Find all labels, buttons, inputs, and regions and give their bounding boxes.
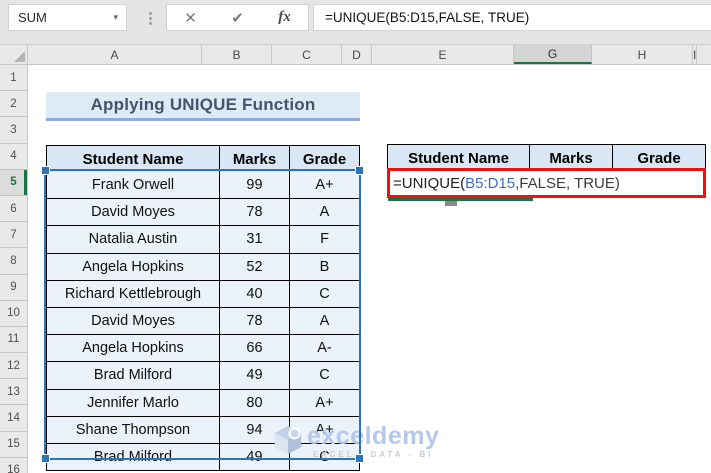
marks-cell[interactable]: 31	[220, 226, 290, 253]
row-header[interactable]: 15	[0, 432, 27, 458]
formula-range-reference: B5:D15	[465, 174, 516, 192]
row-header[interactable]: 1	[0, 65, 27, 92]
cancel-icon[interactable]: ✕	[184, 9, 197, 27]
table-row: Brad Milford 49 C	[47, 361, 359, 389]
marks-cell[interactable]: 66	[220, 335, 290, 362]
formula-prefix: =UNIQUE(	[393, 174, 466, 192]
column-header-cell[interactable]: Marks	[220, 146, 290, 172]
marks-cell[interactable]: 40	[220, 280, 290, 307]
row-header[interactable]: 13	[0, 379, 27, 406]
table-row: Jennifer Marlo 80 A+	[47, 388, 359, 416]
formula-input[interactable]: =UNIQUE(B5:D15,FALSE, TRUE)	[313, 4, 711, 31]
grade-cell[interactable]: A+	[290, 390, 359, 416]
excel-window: SUM ▾ ✕ ✔ fx =UNIQUE(B5:D15,FALSE, TRUE)…	[0, 0, 711, 473]
watermark: exceldemy EXCEL - DATA - BI	[272, 423, 439, 462]
formula-bar-strip: SUM ▾ ✕ ✔ fx =UNIQUE(B5:D15,FALSE, TRUE)	[0, 0, 711, 44]
column-header-cell[interactable]: Student Name	[47, 146, 220, 172]
grade-cell[interactable]: C	[290, 362, 359, 388]
column-header[interactable]: B	[202, 45, 272, 64]
grade-cell[interactable]: B	[290, 254, 359, 280]
column-header[interactable]: I	[693, 45, 698, 64]
active-cell-green-border	[388, 197, 533, 201]
grade-cell[interactable]: A-	[290, 335, 359, 361]
row-header[interactable]: 3	[0, 117, 27, 144]
column-headers: ABCDEGHI	[0, 44, 711, 65]
column-header[interactable]: C	[272, 45, 342, 64]
row-header[interactable]: 16	[0, 458, 27, 473]
active-formula-cell[interactable]: =UNIQUE(B5:D15,FALSE, TRUE)	[387, 168, 706, 198]
student-name-cell[interactable]: Jennifer Marlo	[47, 389, 220, 416]
column-header[interactable]: G	[514, 45, 592, 64]
marks-cell[interactable]: 52	[220, 253, 290, 280]
grade-cell[interactable]: A	[290, 199, 359, 225]
enter-icon[interactable]: ✔	[231, 9, 244, 27]
name-box[interactable]: SUM ▾	[8, 4, 127, 31]
marks-cell[interactable]: 99	[220, 172, 290, 199]
formula-suffix: ,FALSE, TRUE)	[515, 174, 620, 192]
table-row: Angela Hopkins 52 B	[47, 252, 359, 280]
grade-cell[interactable]: C	[290, 281, 359, 307]
row-header[interactable]: 5	[0, 169, 27, 196]
table-row: Richard Kettlebrough 40 C	[47, 279, 359, 307]
formula-text: =UNIQUE(B5:D15,FALSE, TRUE)	[325, 10, 530, 25]
row-header[interactable]: 6	[0, 196, 27, 223]
marks-cell[interactable]: 49	[220, 362, 290, 389]
column-header[interactable]: E	[372, 45, 514, 64]
row-headers: 1 2 3 4 5 6 7 8 9 10 11 12 13 14 15 16	[0, 65, 28, 473]
formula-bar-drag-handle[interactable]	[149, 12, 152, 25]
table-row: Frank Orwell 99 A+	[47, 172, 359, 199]
row-header[interactable]: 9	[0, 275, 27, 301]
student-name-cell[interactable]: David Moyes	[47, 307, 220, 335]
row-header[interactable]: 10	[0, 301, 27, 327]
row-header[interactable]: 12	[0, 353, 27, 380]
row-header[interactable]: 8	[0, 248, 27, 275]
chevron-down-icon[interactable]: ▾	[113, 12, 126, 23]
row-header[interactable]: 7	[0, 222, 27, 249]
column-header[interactable]: D	[342, 45, 372, 64]
student-name-cell[interactable]: Frank Orwell	[47, 172, 220, 199]
grade-cell[interactable]: A+	[290, 172, 359, 198]
student-name-cell[interactable]: Shane Thompson	[47, 416, 220, 443]
row-header[interactable]: 11	[0, 327, 27, 354]
table-row: Angela Hopkins 66 A-	[47, 334, 359, 362]
watermark-brand: exceldemy	[307, 422, 440, 450]
column-header-cell[interactable]: Grade	[290, 146, 359, 172]
column-header[interactable]: A	[28, 45, 202, 64]
watermark-tagline: EXCEL - DATA - BI	[312, 450, 434, 459]
name-box-value: SUM	[18, 10, 47, 25]
student-name-cell[interactable]: Richard Kettlebrough	[47, 280, 220, 307]
column-header[interactable]: H	[592, 45, 693, 64]
title-banner[interactable]: Applying UNIQUE Function	[46, 92, 360, 121]
cell-drag-handle[interactable]	[445, 200, 457, 206]
table-row: David Moyes 78 A	[47, 198, 359, 226]
student-name-cell[interactable]: Brad Milford	[47, 443, 220, 471]
table-row: Natalia Austin 31 F	[47, 225, 359, 253]
row-header[interactable]: 14	[0, 405, 27, 432]
student-name-cell[interactable]: Brad Milford	[47, 362, 220, 389]
source-table-header-row: Student Name Marks Grade	[47, 146, 359, 172]
marks-cell[interactable]: 78	[220, 307, 290, 335]
student-name-cell[interactable]: Natalia Austin	[47, 226, 220, 253]
grade-cell[interactable]: A	[290, 308, 359, 334]
marks-cell[interactable]: 80	[220, 389, 290, 416]
select-all-corner[interactable]	[0, 45, 28, 64]
table-row: David Moyes 78 A	[47, 306, 359, 335]
exceldemy-cube-icon	[272, 423, 304, 462]
grade-cell[interactable]: F	[290, 226, 359, 252]
row-header[interactable]: 2	[0, 91, 27, 118]
student-name-cell[interactable]: David Moyes	[47, 199, 220, 226]
marks-cell[interactable]: 78	[220, 199, 290, 226]
insert-function-icon[interactable]: fx	[278, 9, 291, 26]
formula-buttons: ✕ ✔ fx	[166, 4, 309, 31]
student-name-cell[interactable]: Angela Hopkins	[47, 335, 220, 362]
row-header[interactable]: 4	[0, 144, 27, 170]
student-name-cell[interactable]: Angela Hopkins	[47, 253, 220, 280]
